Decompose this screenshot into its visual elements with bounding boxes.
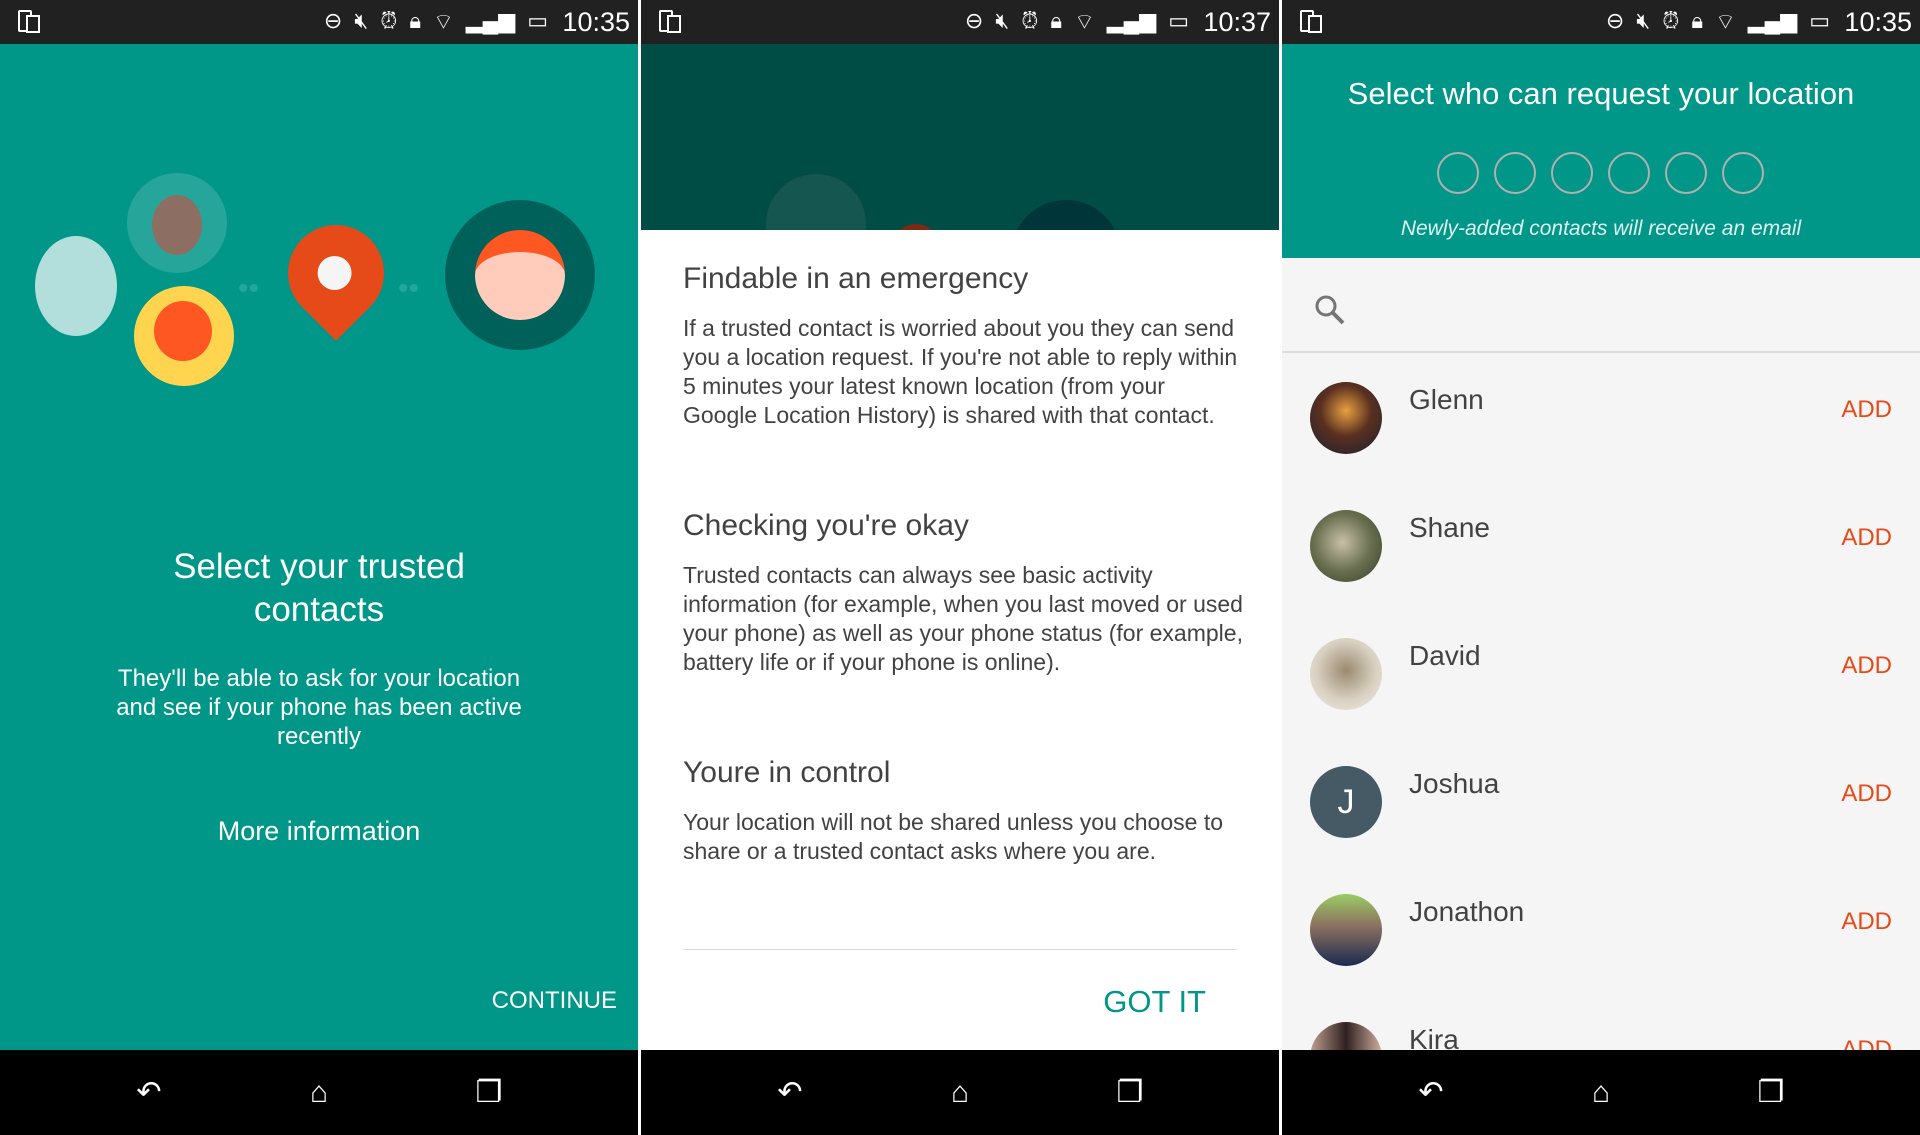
contact-name: David bbox=[1409, 640, 1481, 671]
search-input[interactable] bbox=[1282, 258, 1920, 353]
contact-name: Glenn bbox=[1409, 384, 1484, 415]
wifi-icon: ⌔ bbox=[433, 9, 454, 34]
screen-intro: ⊖ 🔇︎ ⏰︎ 🔒︎ ⌔ ▂▄▆ ▭ 10:35 •• •• Select your tru… bbox=[0, 0, 638, 1135]
more-information-link[interactable]: More information bbox=[0, 816, 638, 847]
screen-info-dialog: ⊖ 🔇︎ ⏰︎ 🔒︎ ⌔ ▂▄▆ ▭ 10:37 Findable in an emerge… bbox=[641, 0, 1279, 1135]
add-button[interactable]: ADD bbox=[1841, 524, 1892, 552]
alarm-icon: ⏰︎ bbox=[1662, 8, 1680, 33]
wifi-icon: ⌔ bbox=[1074, 9, 1095, 34]
recents-icon[interactable]: ❐ bbox=[1741, 1075, 1801, 1110]
lock-icon: 🔒︎ bbox=[1050, 8, 1063, 33]
contact-row: Glenn ADD bbox=[1282, 354, 1920, 482]
contact-row: Jonathon ADD bbox=[1282, 866, 1920, 994]
contact-avatar bbox=[1310, 382, 1382, 454]
add-button[interactable]: ADD bbox=[1841, 652, 1892, 680]
section-body: Trusted contacts can always see basic ac… bbox=[683, 562, 1243, 675]
empty-slot bbox=[1494, 152, 1536, 194]
signal-icon: ▂▄▆ bbox=[465, 8, 516, 33]
person-avatar-icon bbox=[445, 200, 595, 350]
back-icon[interactable]: ↶ bbox=[760, 1075, 820, 1110]
clock: 10:35 bbox=[562, 7, 630, 37]
signal-icon: ▂▄▆ bbox=[1747, 8, 1798, 33]
subtitle: They'll be able to ask for your location… bbox=[116, 665, 522, 750]
empty-slot bbox=[1722, 152, 1764, 194]
section-heading: Checking you're okay bbox=[683, 509, 969, 542]
contact-avatar bbox=[1310, 510, 1382, 582]
empty-slot bbox=[1665, 152, 1707, 194]
recents-icon[interactable]: ❐ bbox=[1100, 1075, 1160, 1110]
home-icon[interactable]: ⌂ bbox=[1571, 1076, 1631, 1110]
home-icon[interactable]: ⌂ bbox=[930, 1076, 990, 1110]
contact-slots bbox=[1437, 152, 1764, 194]
dnd-icon: ⊖ bbox=[1605, 8, 1625, 33]
lock-icon: 🔒︎ bbox=[409, 8, 422, 33]
person-avatar-icon bbox=[127, 173, 227, 273]
location-pin-icon bbox=[268, 205, 404, 341]
mute-icon: 🔇︎ bbox=[1636, 8, 1651, 33]
battery-icon: ▭ bbox=[1168, 8, 1189, 33]
section-body: Your location will not be shared unless … bbox=[683, 809, 1223, 864]
nav-bar: ↶ ⌂ ❐ bbox=[0, 1050, 638, 1135]
mute-icon: 🔇︎ bbox=[995, 8, 1010, 33]
page-title: Select who can request your location bbox=[1347, 76, 1855, 111]
battery-icon: ▭ bbox=[1809, 8, 1830, 33]
contact-name: Shane bbox=[1409, 512, 1490, 543]
contact-name: Joshua bbox=[1409, 768, 1500, 799]
page-title: Select your trusted contacts bbox=[173, 547, 465, 629]
empty-slot bbox=[1608, 152, 1650, 194]
battery-icon: ▭ bbox=[527, 8, 548, 33]
contact-row: David ADD bbox=[1282, 610, 1920, 738]
dnd-icon: ⊖ bbox=[964, 8, 984, 33]
nav-bar: ↶ ⌂ ❐ bbox=[1282, 1050, 1920, 1135]
contact-avatar bbox=[1310, 894, 1382, 966]
dialog-content: Findable in an emergency If a trusted co… bbox=[683, 262, 1243, 866]
device-icon bbox=[18, 10, 40, 33]
add-button[interactable]: ADD bbox=[1841, 396, 1892, 424]
recents-icon[interactable]: ❐ bbox=[459, 1075, 519, 1110]
signal-icon: ▂▄▆ bbox=[1106, 8, 1157, 33]
contact-avatar bbox=[1310, 638, 1382, 710]
dog-avatar-icon bbox=[35, 236, 117, 336]
mute-icon: 🔇︎ bbox=[354, 8, 369, 33]
header: Select who can request your location New… bbox=[1282, 44, 1920, 258]
contact-row: J Joshua ADD bbox=[1282, 738, 1920, 866]
empty-slot bbox=[1551, 152, 1593, 194]
home-icon[interactable]: ⌂ bbox=[289, 1076, 349, 1110]
contact-avatar: J bbox=[1310, 766, 1382, 838]
dots-icon: •• bbox=[238, 272, 260, 305]
status-bar: ⊖ 🔇︎ ⏰︎ 🔒︎ ⌔ ▂▄▆ ▭ 10:35 bbox=[1282, 0, 1920, 44]
screen-select-contacts: ⊖ 🔇︎ ⏰︎ 🔒︎ ⌔ ▂▄▆ ▭ 10:35 Select who can reques… bbox=[1282, 0, 1920, 1135]
empty-slot bbox=[1437, 152, 1479, 194]
status-bar: ⊖ 🔇︎ ⏰︎ 🔒︎ ⌔ ▂▄▆ ▭ 10:37 bbox=[641, 0, 1279, 44]
section-body: If a trusted contact is worried about yo… bbox=[683, 315, 1238, 428]
dnd-icon: ⊖ bbox=[323, 8, 343, 33]
continue-button[interactable]: CONTINUE bbox=[492, 987, 617, 1015]
alarm-icon: ⏰︎ bbox=[1021, 8, 1039, 33]
section-heading: Youre in control bbox=[683, 756, 891, 789]
email-note: Newly-added contacts will receive an ema… bbox=[1400, 217, 1802, 240]
section-heading: Findable in an emergency bbox=[683, 262, 1029, 295]
contact-row: Shane ADD bbox=[1282, 482, 1920, 610]
dimmed-background bbox=[641, 44, 1279, 230]
wifi-icon: ⌔ bbox=[1715, 9, 1736, 34]
got-it-button[interactable]: GOT IT bbox=[1103, 984, 1206, 1020]
clock: 10:37 bbox=[1203, 7, 1271, 37]
person-avatar-icon bbox=[134, 286, 234, 386]
divider bbox=[683, 949, 1237, 950]
search-icon bbox=[1315, 295, 1345, 325]
contact-name: Jonathon bbox=[1409, 896, 1525, 927]
add-button[interactable]: ADD bbox=[1841, 780, 1892, 808]
device-icon bbox=[1300, 10, 1322, 33]
dots-icon: •• bbox=[398, 272, 420, 305]
clock: 10:35 bbox=[1844, 7, 1912, 37]
nav-bar: ↶ ⌂ ❐ bbox=[641, 1050, 1279, 1135]
alarm-icon: ⏰︎ bbox=[380, 8, 398, 33]
device-icon bbox=[659, 10, 681, 33]
back-icon[interactable]: ↶ bbox=[1401, 1075, 1461, 1110]
status-bar: ⊖ 🔇︎ ⏰︎ 🔒︎ ⌔ ▂▄▆ ▭ 10:35 bbox=[0, 0, 638, 44]
lock-icon: 🔒︎ bbox=[1691, 8, 1704, 33]
add-button[interactable]: ADD bbox=[1841, 908, 1892, 936]
back-icon[interactable]: ↶ bbox=[119, 1075, 179, 1110]
